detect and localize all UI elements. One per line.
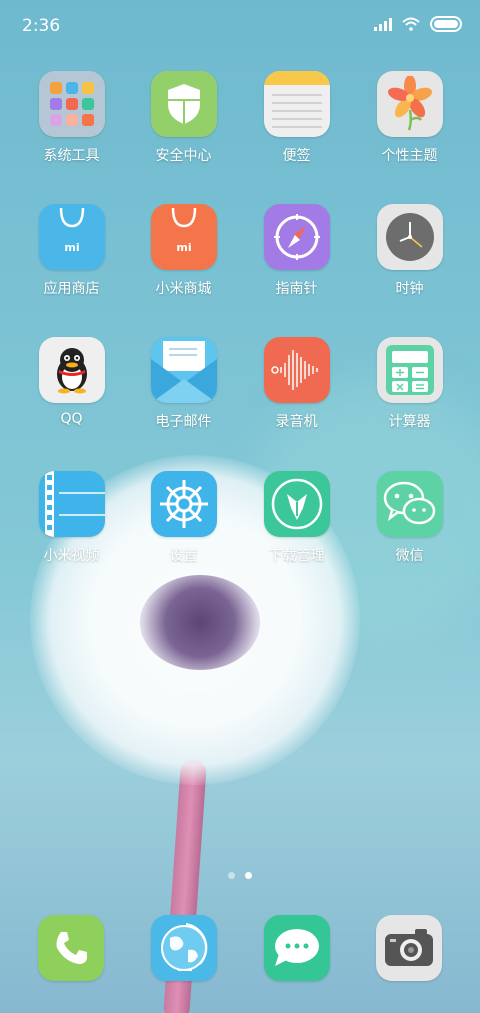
app-mi-video[interactable]: 小米视频 <box>15 471 128 565</box>
app-label: 系统工具 <box>43 148 100 164</box>
app-system-tools[interactable]: 系统工具 <box>15 71 128 165</box>
compass-icon <box>263 204 330 270</box>
dock-browser[interactable] <box>151 915 217 981</box>
app-label: QQ <box>60 411 83 427</box>
flower-icon <box>376 71 443 137</box>
app-wechat[interactable]: 微信 <box>353 471 466 565</box>
app-email[interactable]: 电子邮件 <box>127 337 240 431</box>
shopping-bag-icon: mi <box>38 204 105 270</box>
app-qq[interactable]: QQ <box>15 337 128 427</box>
helm-icon <box>150 471 217 537</box>
app-label: 计算器 <box>388 414 431 430</box>
app-settings[interactable]: 设置 <box>127 471 240 565</box>
page-dot-active[interactable] <box>245 872 252 879</box>
app-compass[interactable]: 指南针 <box>240 204 353 298</box>
app-label: 小米商城 <box>155 281 212 297</box>
svg-text:mi: mi <box>176 241 191 254</box>
page-indicator[interactable] <box>0 872 480 879</box>
app-label: 下载管理 <box>268 548 325 564</box>
app-label: 指南针 <box>275 281 318 297</box>
envelope-icon <box>150 337 217 403</box>
app-label: 小米视频 <box>43 548 100 564</box>
clock-icon <box>376 204 443 270</box>
svg-text:mi: mi <box>64 241 79 254</box>
app-calculator[interactable]: 计算器 <box>353 337 466 431</box>
download-icon <box>263 471 330 537</box>
status-bar: 2:36 <box>0 0 480 52</box>
app-downloads[interactable]: 下载管理 <box>240 471 353 565</box>
film-icon <box>38 471 105 537</box>
shopping-bag-icon: mi <box>150 204 217 270</box>
dock-phone[interactable] <box>38 915 104 981</box>
app-security-center[interactable]: 安全中心 <box>127 71 240 165</box>
status-time: 2:36 <box>22 16 61 36</box>
app-clock[interactable]: 时钟 <box>353 204 466 298</box>
app-label: 录音机 <box>275 414 318 430</box>
notepad-icon <box>263 71 330 137</box>
globe-icon <box>161 923 208 971</box>
app-recorder[interactable]: 录音机 <box>240 337 353 431</box>
app-notes[interactable]: 便签 <box>240 71 353 165</box>
calculator-icon <box>376 337 443 403</box>
signal-icon <box>374 17 392 31</box>
app-label: 个性主题 <box>381 148 438 164</box>
dock-messages[interactable] <box>264 915 330 981</box>
dock-camera[interactable] <box>376 915 442 981</box>
app-label: 应用商店 <box>43 281 100 297</box>
chat-bubbles-icon <box>376 471 443 537</box>
app-themes[interactable]: 个性主题 <box>353 71 466 165</box>
dandelion-core <box>140 575 260 670</box>
camera-icon <box>385 929 433 966</box>
message-icon <box>275 929 319 966</box>
app-mi-store[interactable]: mi 小米商城 <box>127 204 240 298</box>
soundwave-icon <box>263 337 330 403</box>
phone-icon <box>56 932 87 964</box>
app-label: 设置 <box>169 548 198 564</box>
app-label: 安全中心 <box>155 148 212 164</box>
folder-icon <box>38 71 105 137</box>
penguin-icon <box>38 337 105 403</box>
app-label: 便签 <box>282 148 311 164</box>
shield-icon <box>150 71 217 137</box>
battery-icon <box>430 16 462 32</box>
app-app-store[interactable]: mi 应用商店 <box>15 204 128 298</box>
app-label: 时钟 <box>395 281 424 297</box>
page-dot[interactable] <box>228 872 235 879</box>
app-label: 电子邮件 <box>155 414 212 430</box>
wifi-icon <box>402 17 420 31</box>
app-label: 微信 <box>395 548 424 564</box>
